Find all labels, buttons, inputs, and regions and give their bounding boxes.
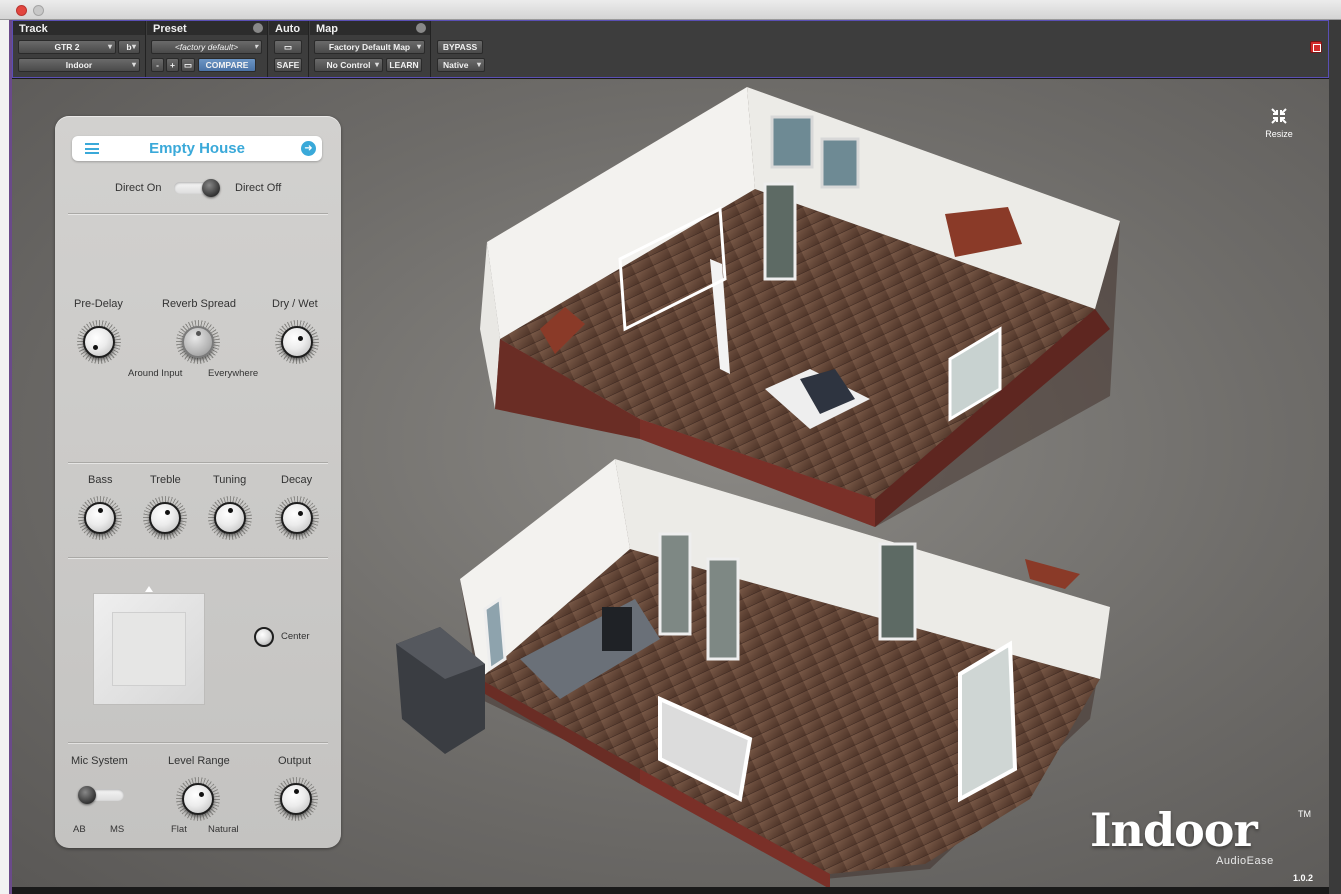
around-input-label: Around Input	[128, 368, 183, 379]
insert-selector[interactable]: Indoor	[18, 58, 140, 72]
decay-label: Decay	[281, 474, 313, 486]
reverb-spread-knob[interactable]	[176, 320, 220, 364]
bass-knob[interactable]	[78, 496, 122, 540]
map-title: Map	[316, 23, 338, 35]
preset-prev-button[interactable]: -	[151, 58, 164, 72]
center-button[interactable]	[254, 627, 274, 647]
window-titlebar	[0, 0, 1341, 20]
ab-label: AB	[73, 824, 86, 835]
map-selector[interactable]: Factory Default Map	[314, 40, 425, 54]
level-range-knob[interactable]	[176, 777, 220, 821]
compare-button[interactable]: COMPARE	[198, 58, 256, 72]
level-range-label: Level Range	[168, 755, 230, 767]
mic-system-toggle-thumb[interactable]	[78, 786, 96, 804]
divider	[68, 213, 328, 214]
bypass-section: BYPASS Native	[432, 21, 492, 77]
preset-menu-icon[interactable]	[253, 23, 263, 33]
tuning-knob[interactable]	[208, 496, 252, 540]
direct-on-label: Direct On	[115, 182, 162, 194]
pre-delay-knob[interactable]	[77, 320, 121, 364]
resize-label: Resize	[1265, 129, 1293, 139]
map-section: Map Factory Default Map No Control LEARN	[310, 21, 431, 77]
native-selector[interactable]: Native	[437, 58, 485, 72]
track-selector[interactable]: GTR 2	[18, 40, 116, 54]
bass-label: Bass	[88, 474, 113, 486]
auto-title: Auto	[275, 23, 301, 35]
next-preset-arrow-icon[interactable]: ➜	[301, 141, 316, 156]
dry-wet-label: Dry / Wet	[272, 298, 318, 310]
center-label: Center	[281, 631, 310, 642]
channel-selector[interactable]: b	[118, 40, 140, 54]
treble-knob[interactable]	[143, 496, 187, 540]
preset-selector[interactable]: <factory default>	[151, 40, 262, 54]
output-label: Output	[278, 755, 312, 767]
indoor-logo: Indoor TM AudioEase	[1090, 803, 1311, 867]
resize-icon	[1271, 108, 1287, 124]
mic-system-toggle[interactable]	[78, 786, 124, 804]
pad-handle-icon[interactable]	[145, 586, 153, 592]
plugin-header: Track GTR 2 b Indoor Preset <factory def…	[12, 20, 1329, 78]
ms-label: MS	[110, 824, 125, 835]
resize-button[interactable]: Resize	[1259, 107, 1299, 139]
position-pad[interactable]	[93, 593, 205, 705]
version-label: 1.0.2	[1292, 873, 1313, 883]
divider	[68, 742, 328, 743]
preset-name: Empty House	[149, 140, 245, 157]
background-window-edge-right	[1329, 20, 1341, 894]
background-window-edge	[0, 20, 12, 894]
plugin-main-area: Resize Empty House ➜ Direct On Direct Of…	[12, 79, 1329, 887]
flat-label: Flat	[171, 824, 187, 835]
logo-trademark: TM	[1298, 809, 1311, 819]
natural-label: Natural	[208, 824, 239, 835]
company-name: AudioEase	[1216, 855, 1274, 867]
mic-system-label: Mic System	[71, 755, 128, 767]
window-minimize-button[interactable]	[33, 5, 44, 16]
safe-button[interactable]: SAFE	[274, 58, 302, 72]
control-selector[interactable]: No Control	[314, 58, 383, 72]
auto-section: Auto ▭ SAFE	[269, 21, 309, 77]
track-section: Track GTR 2 b Indoor	[13, 21, 146, 77]
preset-title: Preset	[153, 23, 187, 35]
direct-toggle[interactable]	[174, 179, 220, 197]
preset-section: Preset <factory default> - + ▭ COMPARE	[147, 21, 268, 77]
learn-button[interactable]: LEARN	[386, 58, 422, 72]
divider	[68, 557, 328, 558]
window-close-button[interactable]	[16, 5, 27, 16]
direct-off-label: Direct Off	[235, 182, 282, 194]
control-panel: Empty House ➜ Direct On Direct Off Pre-D…	[55, 116, 341, 848]
direct-toggle-thumb[interactable]	[202, 179, 220, 197]
reverb-spread-label: Reverb Spread	[162, 298, 236, 310]
room-scene-image	[396, 87, 1120, 887]
tuning-label: Tuning	[213, 474, 247, 486]
decay-knob[interactable]	[275, 496, 319, 540]
position-pad-inner	[112, 612, 186, 686]
bypass-button[interactable]: BYPASS	[437, 40, 483, 54]
track-title: Track	[19, 23, 48, 35]
dry-wet-knob[interactable]	[275, 320, 319, 364]
plugin-close-icon[interactable]	[1310, 41, 1322, 53]
everywhere-label: Everywhere	[208, 368, 259, 379]
preset-next-button[interactable]: +	[166, 58, 179, 72]
output-knob[interactable]	[274, 777, 318, 821]
map-menu-icon[interactable]	[416, 23, 426, 33]
preset-copy-icon[interactable]: ▭	[181, 58, 195, 72]
automation-icon[interactable]: ▭	[274, 40, 302, 54]
preset-browser[interactable]: Empty House ➜	[72, 136, 322, 161]
treble-label: Treble	[150, 474, 181, 486]
divider	[68, 462, 328, 463]
logo-text: Indoor	[1090, 803, 1258, 857]
pre-delay-label: Pre-Delay	[74, 298, 123, 310]
